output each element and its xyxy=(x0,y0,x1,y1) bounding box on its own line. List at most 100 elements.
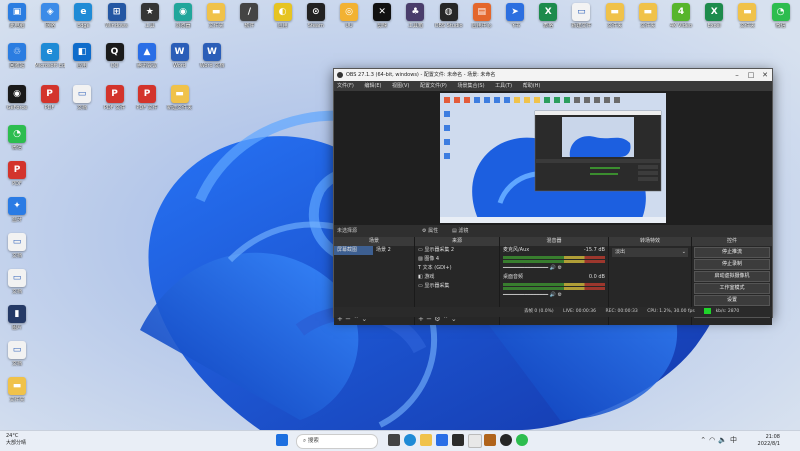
menu-help[interactable]: 帮助(H) xyxy=(523,83,541,89)
desktop-icon[interactable]: ◧ 应用 xyxy=(67,43,97,79)
edge-taskbar-icon[interactable] xyxy=(404,434,416,446)
desktop-icon[interactable]: ✕ 剪映 xyxy=(367,3,397,39)
desktop-icon[interactable]: ▮ 图片 xyxy=(2,305,32,341)
source-item[interactable]: ▨ 图像 4 xyxy=(415,255,499,264)
desktop-icon[interactable]: ▬ 文件夹 xyxy=(633,3,663,39)
desktop-icon[interactable]: e Edge xyxy=(68,3,98,39)
start-virtual-camera-button[interactable]: 启动虚拟摄像机 xyxy=(694,271,770,282)
scene-item[interactable]: 场景 2 xyxy=(373,246,412,255)
store-icon[interactable] xyxy=(436,434,448,446)
source-item[interactable]: T 文本 (GDI+) xyxy=(415,264,499,273)
desktop-icon[interactable]: ▭ 文档 xyxy=(2,269,32,305)
desktop-icon[interactable]: ▲ 腾讯会议 xyxy=(132,43,162,79)
source-item[interactable]: ▭ 显示器采集 xyxy=(415,282,499,291)
minimize-icon[interactable]: – xyxy=(730,69,744,81)
ime-icon[interactable]: 中 xyxy=(730,436,740,444)
desktop-icon[interactable]: e Microsoft Edge xyxy=(35,43,65,79)
taskbar-search[interactable]: ⌕ 搜索 xyxy=(296,434,378,449)
menu-scene-collection[interactable]: 场景集合(S) xyxy=(457,83,484,89)
desktop-icon[interactable]: ▭ 文档 xyxy=(2,233,32,269)
desktop-icon[interactable]: ⊙ Steam xyxy=(301,3,331,39)
desktop-icon[interactable]: ⊞ Windows xyxy=(102,3,132,39)
desktop-icon-label: 4K Video xyxy=(669,23,693,29)
desktop-icon[interactable]: ▬ 文件夹 xyxy=(2,377,32,413)
desktop-icon-label: 工具 xyxy=(144,23,155,29)
obs-window[interactable]: OBS 27.1.3 (64-bit, windows) - 配置文件: 未命名… xyxy=(333,68,773,325)
desktop-icon[interactable]: ➤ 飞书 xyxy=(500,3,530,39)
chevron-up-icon[interactable]: ⌃ xyxy=(700,436,709,444)
desktop-icon[interactable]: P PDF 文件 xyxy=(100,85,130,121)
menu-tools[interactable]: 工具(T) xyxy=(495,83,512,89)
desktop-icon[interactable]: X Excel xyxy=(699,3,729,39)
task-view-icon[interactable] xyxy=(388,434,400,446)
source-item[interactable]: ◧ 游戏 xyxy=(415,273,499,282)
volume-icon[interactable]: 🔈 xyxy=(718,436,730,444)
desktop-icon[interactable]: P PDF 文件 xyxy=(132,85,162,121)
desktop-icon[interactable]: ◔ 微信 xyxy=(2,125,32,161)
wechat-taskbar-icon[interactable] xyxy=(516,434,528,446)
mic-volume-slider[interactable]: ━━━━━━━━━━━━━━━ 🔊 ⚙ xyxy=(500,264,608,273)
desktop-icon[interactable]: ◎ UU xyxy=(334,3,364,39)
app-taskbar-icon[interactable] xyxy=(484,434,496,446)
desktop-icon[interactable]: 4 4K Video xyxy=(666,3,696,39)
stop-streaming-button[interactable]: 停止推流 xyxy=(694,247,770,258)
desktop-icon[interactable]: ▬ 新建文件夹 xyxy=(165,85,195,121)
system-tray[interactable]: ⌃◠🔈中 xyxy=(700,435,740,445)
clock[interactable]: 21:08 2022/8/1 xyxy=(758,434,780,448)
desktop-icon[interactable]: W Word xyxy=(165,43,195,79)
desktop-icon[interactable]: ▭ 文档 xyxy=(2,341,32,377)
desktop-icon[interactable]: ◉ 浏览器 xyxy=(168,3,198,39)
desktop-icon[interactable]: ♣ 工具箱 xyxy=(400,3,430,39)
source-item[interactable]: ▭ 显示器采集 2 xyxy=(415,246,499,255)
desktop-app-icon: ♲ xyxy=(8,43,26,61)
desktop-icon[interactable]: Q QQ xyxy=(100,43,130,79)
weather-widget[interactable]: 24°C 大部分晴 xyxy=(6,433,26,447)
desktop-app-icon: ◔ xyxy=(771,3,790,21)
desktop-icon[interactable]: ▬ 文件夹 xyxy=(732,3,762,39)
desktop-icon[interactable]: ▬ 文件夹 xyxy=(600,3,630,39)
desktop-icon[interactable]: W Word 文档 xyxy=(197,43,227,79)
obs-taskbar-icon[interactable] xyxy=(500,434,512,446)
desktop-icon[interactable]: P PDF xyxy=(2,161,32,197)
desktop-icon[interactable]: ♲ 回收站 xyxy=(2,43,32,79)
stop-recording-button[interactable]: 停止录制 xyxy=(694,259,770,270)
desktop-icon[interactable]: ◉ GeForce xyxy=(2,85,32,121)
desktop-icon[interactable]: ◍ OBS Studio xyxy=(434,3,464,39)
maximize-icon[interactable]: □ xyxy=(744,69,758,81)
desktop-icon[interactable]: ✦ 蓝牙 xyxy=(2,197,32,233)
network-icon[interactable]: ◠ xyxy=(709,436,718,444)
desktop-icon[interactable]: ▬ 文件夹 xyxy=(201,3,231,39)
desktop-volume-slider[interactable]: ━━━━━━━━━━━━━━━ 🔊 ⚙ xyxy=(500,291,608,300)
desktop-icon[interactable]: ▭ 新建文件 xyxy=(566,3,596,39)
desktop-icon[interactable]: / 软件 xyxy=(234,3,264,39)
menu-profile[interactable]: 配置文件(P) xyxy=(420,83,447,89)
desktop-icon[interactable]: ◈ 网络 xyxy=(35,3,65,39)
menu-edit[interactable]: 编辑(E) xyxy=(364,83,381,89)
desktop-icon[interactable]: ▤ 应用中心 xyxy=(467,3,497,39)
desktop-icon[interactable]: ◐ 应用 xyxy=(268,3,298,39)
file-explorer-icon[interactable] xyxy=(420,434,432,446)
obs-preview-area[interactable]: 未选择源 ⚙ 属性 ▤ 滤镜 场景 屏幕截图 场景 2 + − ⌃ ⌄ 来源 ▭… xyxy=(334,91,772,325)
transition-select[interactable]: 淡出 ⌄ xyxy=(612,248,688,257)
studio-mode-button[interactable]: 工作室模式 xyxy=(694,283,770,294)
close-icon[interactable]: ✕ xyxy=(758,69,772,81)
settings-button[interactable]: 设置 xyxy=(694,295,770,306)
desktop-icon[interactable]: ▣ 此电脑 xyxy=(2,3,32,39)
desktop-icon[interactable]: X 表格 xyxy=(533,3,563,39)
desktop-icon[interactable]: ◔ 微信 xyxy=(766,3,796,39)
scene-item[interactable]: 屏幕截图 xyxy=(334,246,373,255)
desktop-icon-label: 新建文件夹 xyxy=(166,105,192,111)
desktop-icon-label: Excel xyxy=(707,23,721,29)
app-taskbar-icon[interactable] xyxy=(452,434,464,446)
start-button-icon[interactable] xyxy=(276,434,288,446)
desktop-icon[interactable]: P PDF xyxy=(35,85,65,121)
desktop-icon[interactable]: ▭ 文档 xyxy=(67,85,97,121)
desktop-icon-label: OBS Studio xyxy=(434,23,463,29)
menu-file[interactable]: 文件(F) xyxy=(337,83,354,89)
desktop-icon[interactable]: ★ 工具 xyxy=(135,3,165,39)
menu-view[interactable]: 视图(V) xyxy=(392,83,409,89)
app-taskbar-icon[interactable] xyxy=(468,434,482,448)
obs-titlebar[interactable]: OBS 27.1.3 (64-bit, windows) - 配置文件: 未命名… xyxy=(334,69,772,81)
desktop-app-icon: P xyxy=(138,85,156,103)
desktop-app-icon: X xyxy=(705,3,724,21)
